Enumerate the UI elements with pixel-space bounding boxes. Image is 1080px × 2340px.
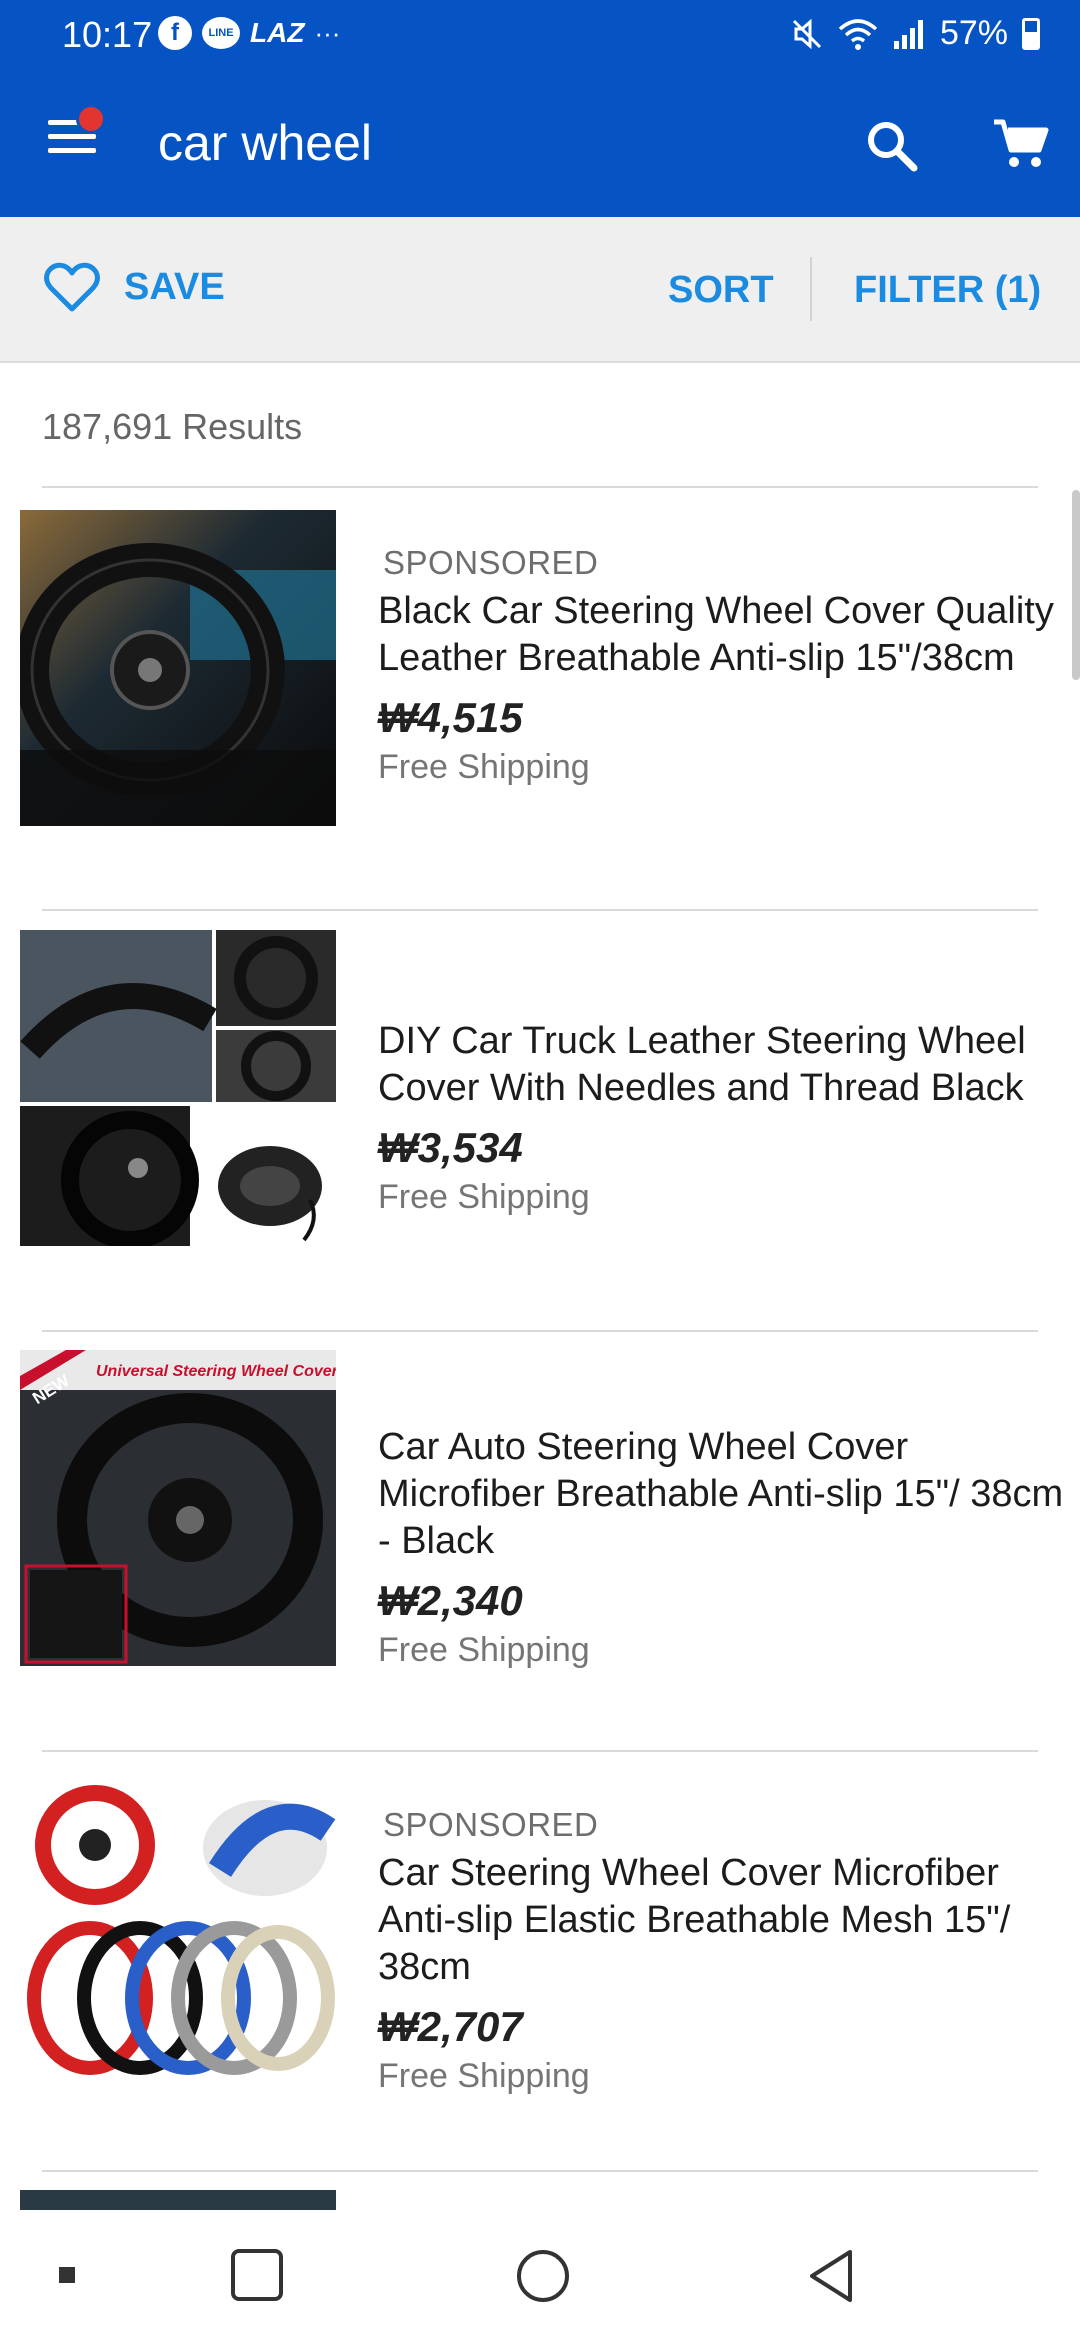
divider: [42, 2170, 1038, 2172]
product-image-partial: [20, 2190, 336, 2210]
product-image: [20, 1770, 336, 2086]
action-bar: SAVE SORT FILTER (1): [0, 217, 1080, 363]
search-icon[interactable]: [862, 116, 922, 176]
battery-percent: 57%: [939, 14, 1008, 52]
listing-title[interactable]: Car Steering Wheel Cover Microfiber Anti…: [378, 1850, 1068, 1991]
listing-info: SPONSORED Black Car Steering Wheel Cover…: [378, 544, 1068, 787]
results-count: 187,691 Results: [42, 406, 303, 447]
home-icon[interactable]: [515, 2248, 571, 2304]
wifi-icon: [838, 18, 878, 50]
sort-button[interactable]: SORT: [668, 269, 774, 312]
image-banner-text: Universal Steering Wheel Cover: [96, 1363, 336, 1380]
mute-icon: [792, 18, 821, 49]
scrollbar[interactable]: [1072, 490, 1080, 680]
listing-price: ₩4,515: [378, 694, 523, 741]
listing-info: Car Auto Steering Wheel Cover Microfiber…: [378, 1418, 1068, 1670]
listing-info: DIY Car Truck Leather Steering Wheel Cov…: [378, 1012, 1068, 1217]
product-image: [20, 510, 336, 826]
facebook-icon: f: [158, 16, 192, 50]
laz-icon: LAZ: [250, 17, 305, 48]
product-image: [20, 930, 336, 1246]
listing-price: ₩3,534: [378, 1124, 523, 1171]
action-divider: [810, 257, 812, 321]
battery-icon: [1022, 17, 1040, 50]
listing-info: SPONSORED Car Steering Wheel Cover Micro…: [378, 1806, 1068, 2096]
notification-icons: f LINE LAZ ···: [158, 16, 340, 50]
divider: [42, 1750, 1038, 1752]
overview-icon[interactable]: [230, 2248, 284, 2302]
back-icon[interactable]: [806, 2248, 856, 2304]
save-search-button[interactable]: SAVE: [44, 261, 225, 313]
status-bar: 10:17 f LINE LAZ ··· 57%: [0, 0, 1080, 70]
notification-dot: [76, 104, 106, 134]
listing-title[interactable]: DIY Car Truck Leather Steering Wheel Cov…: [378, 1018, 1068, 1112]
shipping-label: Free Shipping: [378, 1631, 590, 1669]
signal-icon: [893, 19, 923, 49]
listing-price: ₩2,340: [378, 1577, 523, 1624]
divider: [42, 909, 1038, 911]
line-icon: LINE: [202, 17, 240, 49]
status-time: 10:17: [62, 14, 153, 55]
recent-apps-icon[interactable]: [58, 2266, 76, 2284]
save-label: SAVE: [124, 265, 225, 308]
listing-price: ₩2,707: [378, 2003, 523, 2050]
shipping-label: Free Shipping: [378, 2057, 590, 2095]
listing-title[interactable]: Black Car Steering Wheel Cover Quality L…: [378, 588, 1068, 682]
sponsored-label: SPONSORED: [383, 544, 599, 581]
divider: [42, 1330, 1038, 1332]
filter-button[interactable]: FILTER (1): [854, 269, 1041, 312]
product-image: Universal Steering Wheel Cover NEW: [20, 1350, 336, 1666]
shipping-label: Free Shipping: [378, 748, 590, 786]
app-bar: car wheel: [0, 70, 1080, 217]
system-nav-bar: [0, 2210, 1080, 2340]
system-icons: 57%: [790, 14, 1040, 53]
heart-icon: [44, 262, 100, 312]
sponsored-label: SPONSORED: [383, 1806, 599, 1843]
divider: [42, 486, 1038, 488]
menu-button[interactable]: [48, 104, 106, 160]
cart-icon[interactable]: [990, 114, 1050, 174]
shipping-label: Free Shipping: [378, 1178, 590, 1216]
listing-title[interactable]: Car Auto Steering Wheel Cover Microfiber…: [378, 1424, 1068, 1565]
more-notifications-icon: ···: [314, 17, 341, 48]
search-query[interactable]: car wheel: [158, 114, 372, 172]
